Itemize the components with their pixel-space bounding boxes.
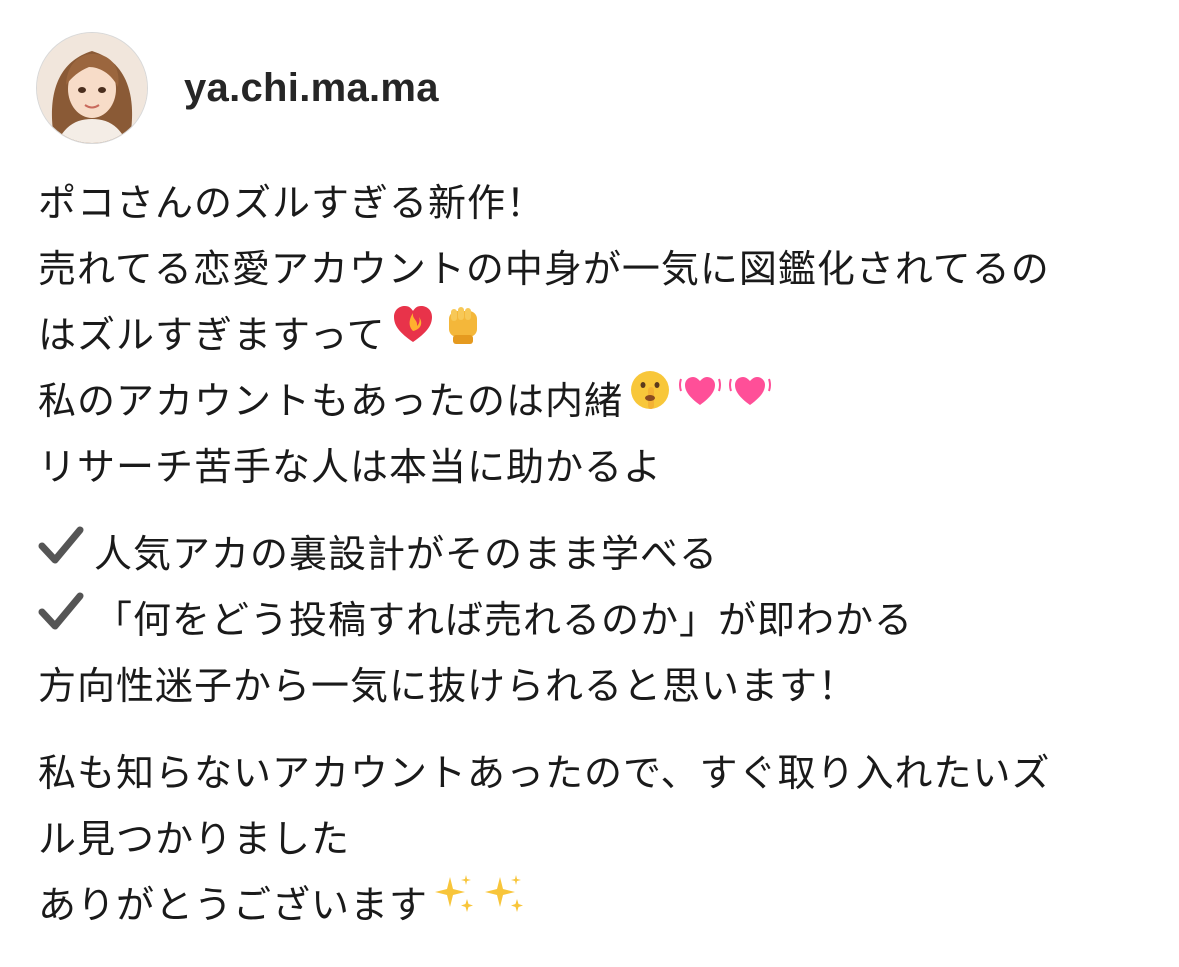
post-line: ル見つかりました <box>38 806 1148 872</box>
post-text: 私のアカウントもあったのは内緒 <box>38 379 624 423</box>
post-text: 人気アカの裏設計がそのまま学べる <box>94 532 719 576</box>
post-text: 「何をどう投稿すれば売れるのか」が即わかる <box>94 598 914 642</box>
post-header: ya.chi.ma.ma <box>36 30 439 146</box>
post-line: 方向性迷子から一気に抜けられると思います！ <box>38 653 1148 719</box>
post-text: ありがとうございます <box>38 883 429 927</box>
post-line: 「何をどう投稿すれば売れるのか」が即わかる <box>38 587 1148 653</box>
shushing-face-icon <box>627 367 673 433</box>
post-text: リサーチ苦手な人は本当に助かるよ <box>38 445 663 489</box>
post-text: ポコさんのズルすぎる新作！ <box>38 181 546 225</box>
post-text: 方向性迷子から一気に抜けられると思います！ <box>38 664 858 708</box>
post-line: 売れてる恋愛アカウントの中身が一気に図鑑化されてるの <box>38 236 1148 302</box>
heart-on-fire-icon <box>390 301 436 367</box>
post-line: 私のアカウントもあったのは内緒 <box>38 368 1148 434</box>
post-text: 私も知らないアカウントあったので、すぐ取り入れたいズ <box>38 751 1051 795</box>
sparkles-icon <box>482 871 528 937</box>
post-line: ポコさんのズルすぎる新作！ <box>38 170 1148 236</box>
post-text: 売れてる恋愛アカウントの中身が一気に図鑑化されてるの <box>38 247 1050 291</box>
post-line: リサーチ苦手な人は本当に助かるよ <box>38 434 1148 500</box>
check-mark-icon <box>38 520 84 586</box>
post-line: 私も知らないアカウントあったので、すぐ取り入れたいズ <box>38 740 1148 806</box>
raised-fist-icon <box>440 301 486 367</box>
post-text: はズルすぎますって <box>38 313 386 357</box>
post-text: ル見つかりました <box>38 817 351 861</box>
avatar[interactable] <box>36 32 148 144</box>
username[interactable]: ya.chi.ma.ma <box>184 66 439 111</box>
beating-heart-icon <box>677 367 723 433</box>
beating-heart-icon <box>727 367 773 433</box>
post-line: ありがとうございます <box>38 872 1148 938</box>
check-mark-icon <box>38 586 84 652</box>
post-line: 人気アカの裏設計がそのまま学べる <box>38 521 1148 587</box>
post-line: はズルすぎますって <box>38 302 1148 368</box>
post-body: ポコさんのズルすぎる新作！ 売れてる恋愛アカウントの中身が一気に図鑑化されてるの… <box>38 170 1148 938</box>
sparkles-icon <box>432 871 478 937</box>
